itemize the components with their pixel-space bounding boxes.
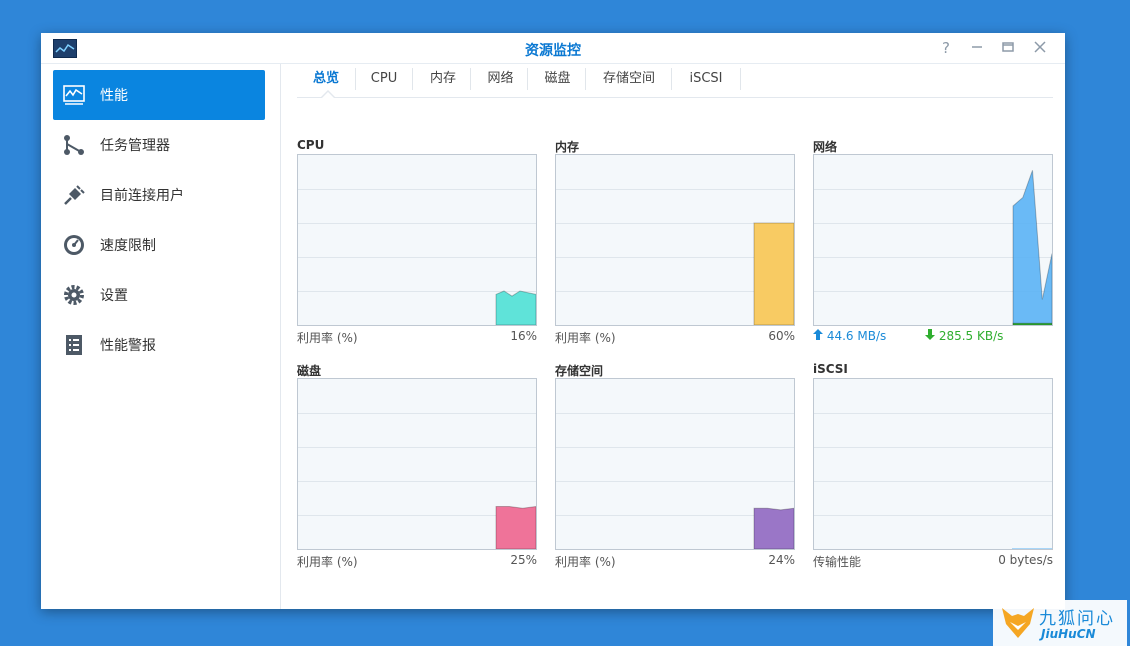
watermark-text: 九狐问心 [1039, 609, 1115, 629]
tab-divider [470, 68, 471, 90]
fox-logo-icon [1002, 608, 1034, 638]
series-area-1 [1012, 322, 1052, 325]
panel-title: 内存 [555, 140, 580, 154]
sidebar-item-connected-users[interactable]: 目前连接用户 [53, 170, 265, 220]
plug-icon [62, 183, 86, 207]
network-graph [813, 154, 1053, 326]
tab-network[interactable]: 网络 [474, 64, 527, 96]
performance-icon [62, 83, 86, 107]
tab-disk[interactable]: 磁盘 [531, 64, 584, 96]
disk-usage-value: 25% [510, 553, 537, 567]
iscsi-throughput-value: 0 bytes/s [998, 553, 1053, 567]
cpu-graph-svg [298, 189, 536, 325]
sidebar-item-settings[interactable]: 设置 [53, 270, 265, 320]
tab-divider [740, 68, 741, 90]
help-icon[interactable]: ? [936, 38, 956, 58]
alert-list-icon [62, 333, 86, 357]
sidebar-item-label: 速度限制 [100, 238, 156, 254]
cpu-usage-label: 利用率 (%) [297, 331, 358, 345]
task-manager-icon [62, 133, 86, 157]
network-graph-svg [814, 170, 1052, 325]
tab-indicator [322, 92, 334, 98]
download-arrow-icon [925, 329, 935, 340]
resource-monitor-window: 资源监控 ? 性能 任务管理器 目前连接用户 速度限制 设置 性能警报 总览 C… [41, 33, 1065, 609]
iscsi-throughput-label: 传输性能 [813, 555, 862, 569]
memory-usage-label: 利用率 (%) [555, 331, 616, 345]
volume-graph-svg [556, 413, 794, 549]
series-area-0 [753, 222, 794, 325]
series-area-0 [495, 505, 536, 549]
download-speed: 285.5 KB/s [925, 329, 1003, 343]
upload-arrow-icon [813, 329, 823, 340]
tab-cpu[interactable]: CPU [359, 64, 409, 96]
panel-title: iSCSI [813, 362, 848, 376]
volume-usage-value: 24% [768, 553, 795, 567]
panel-title: 磁盘 [297, 364, 322, 378]
sidebar-item-label: 性能警报 [100, 338, 156, 354]
tab-divider [355, 68, 356, 90]
network-panel[interactable]: 网络 44.6 MB/s 285.5 KB/s [813, 138, 1053, 348]
cpu-panel[interactable]: CPU 利用率 (%) 16% [297, 138, 537, 348]
sidebar: 性能 任务管理器 目前连接用户 速度限制 设置 性能警报 [41, 64, 281, 609]
sidebar-item-task-manager[interactable]: 任务管理器 [53, 120, 265, 170]
memory-usage-value: 60% [768, 329, 795, 343]
watermark-subtext: JiuHuCN [1041, 627, 1096, 641]
memory-graph-svg [556, 189, 794, 325]
iscsi-graph [813, 378, 1053, 550]
sidebar-item-label: 目前连接用户 [100, 188, 184, 204]
title-bar[interactable]: 资源监控 ? [41, 33, 1065, 64]
panel-title: CPU [297, 138, 325, 152]
memory-panel[interactable]: 内存 利用率 (%) 60% [555, 138, 795, 348]
tab-divider [412, 68, 413, 90]
upload-speed: 44.6 MB/s [813, 329, 886, 343]
tab-divider [527, 68, 528, 90]
tab-volume[interactable]: 存储空间 [589, 64, 669, 96]
gear-icon [62, 283, 86, 307]
series-area-0 [1012, 170, 1052, 325]
series-area-0 [495, 290, 536, 325]
speedometer-icon [62, 233, 86, 257]
iscsi-panel[interactable]: iSCSI 传输性能 0 bytes/s [813, 362, 1053, 572]
cpu-graph [297, 154, 537, 326]
download-speed-value: 285.5 KB/s [938, 329, 1004, 343]
sidebar-item-performance-alerts[interactable]: 性能警报 [53, 320, 265, 370]
tab-divider [671, 68, 672, 90]
tab-memory[interactable]: 内存 [416, 64, 470, 96]
disk-graph [297, 378, 537, 550]
tab-divider [585, 68, 586, 90]
iscsi-graph-svg [814, 413, 1052, 549]
watermark: 九狐问心 JiuHuCN [993, 600, 1127, 646]
disk-graph-svg [298, 413, 536, 549]
cpu-usage-value: 16% [510, 329, 537, 343]
tab-bar: 总览 CPU 内存 网络 磁盘 存储空间 iSCSI [297, 64, 1053, 98]
volume-panel[interactable]: 存储空间 利用率 (%) 24% [555, 362, 795, 572]
upload-speed-value: 44.6 MB/s [826, 329, 887, 343]
sidebar-item-label: 性能 [100, 88, 128, 104]
window-title: 资源监控 [525, 43, 581, 59]
sidebar-item-speed-limit[interactable]: 速度限制 [53, 220, 265, 270]
panel-title: 网络 [813, 140, 838, 154]
disk-panel[interactable]: 磁盘 利用率 (%) 25% [297, 362, 537, 572]
sidebar-item-label: 设置 [100, 288, 128, 304]
disk-usage-label: 利用率 (%) [297, 555, 358, 569]
panel-title: 存储空间 [555, 364, 604, 378]
sidebar-item-performance[interactable]: 性能 [53, 70, 265, 120]
maximize-icon[interactable] [998, 38, 1018, 58]
volume-graph [555, 378, 795, 550]
sidebar-item-label: 任务管理器 [100, 138, 170, 154]
minimize-icon[interactable] [967, 38, 987, 58]
memory-graph [555, 154, 795, 326]
close-icon[interactable] [1030, 38, 1050, 58]
volume-usage-label: 利用率 (%) [555, 555, 616, 569]
series-area-0 [753, 507, 794, 549]
tab-iscsi[interactable]: iSCSI [675, 64, 737, 96]
